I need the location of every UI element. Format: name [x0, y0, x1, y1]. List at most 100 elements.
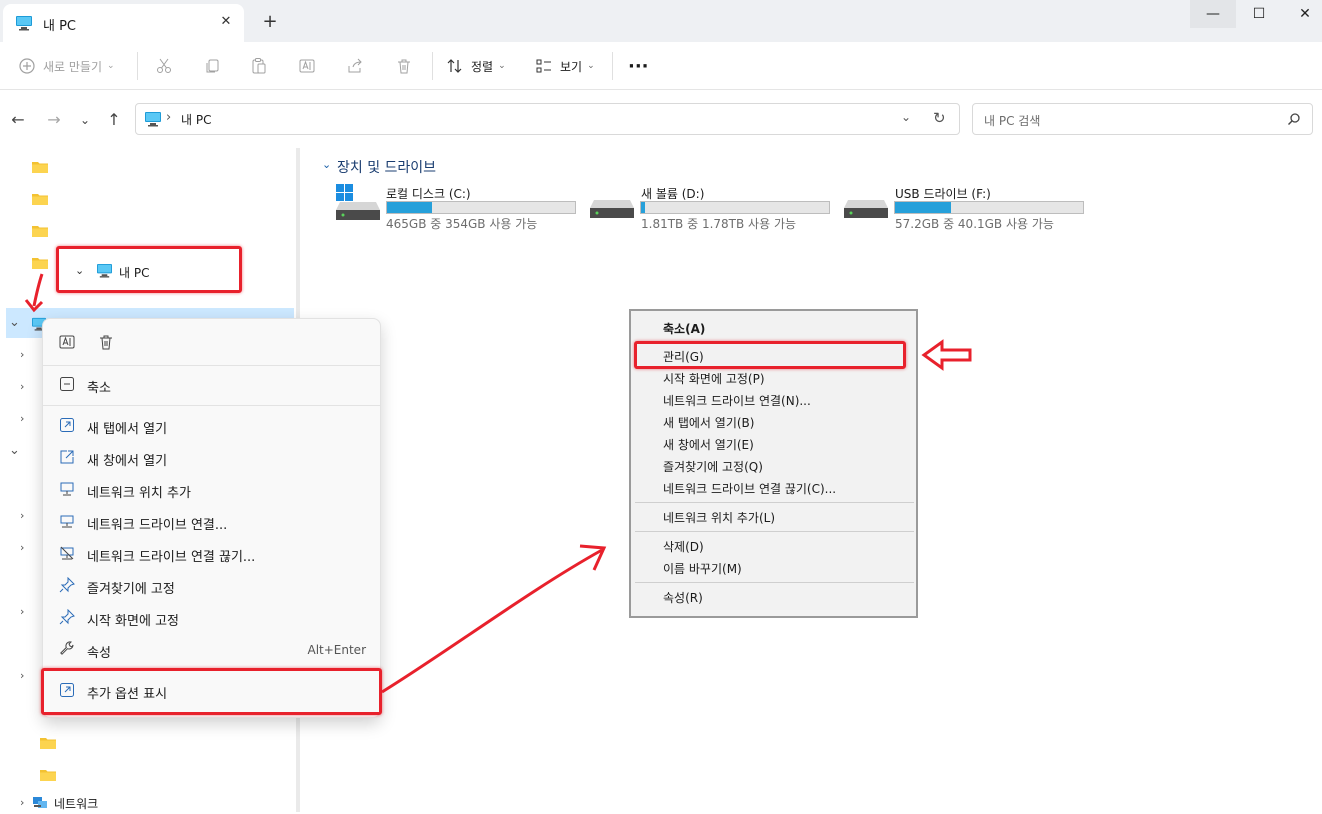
annotation-arrow — [381, 544, 607, 694]
folder-icon[interactable] — [32, 254, 48, 269]
copy-button[interactable] — [203, 54, 221, 78]
up-button[interactable]: ↑ — [103, 110, 125, 130]
menu-item-label: 시작 화면에 고정 — [87, 614, 179, 629]
collapse-chevron-icon[interactable]: › — [20, 669, 24, 682]
tab-this-pc[interactable]: 내 PC ✕ — [3, 4, 244, 42]
address-bar[interactable]: › 내 PC ⌄ ↻ — [135, 103, 960, 135]
tab-close-button[interactable]: ✕ — [216, 12, 236, 32]
forward-button[interactable]: → — [43, 110, 65, 130]
rename-icon — [298, 57, 316, 75]
menu-item-map-network-drive[interactable]: 네트워크 드라이브 연결... — [47, 507, 378, 537]
menu-item-collapse[interactable]: 축소 — [47, 370, 378, 400]
classic-item-map-drive[interactable]: 네트워크 드라이브 연결(N)... — [663, 392, 811, 409]
drive-c-name: 로컬 디스크 (C:) — [386, 187, 471, 201]
sort-button[interactable]: 정렬 ⌄ — [446, 54, 506, 78]
classic-item-collapse[interactable]: 축소(A) — [663, 320, 705, 337]
folder-icon[interactable] — [32, 190, 48, 205]
menu-item-disconnect-network-drive[interactable]: 네트워크 드라이브 연결 끊기... — [47, 539, 378, 569]
minimize-button[interactable]: — — [1190, 0, 1236, 28]
wrench-icon — [59, 641, 77, 659]
tab-strip: 내 PC ✕ + — ☐ ✕ — [0, 0, 1322, 42]
drive-d-usage-fill — [641, 202, 645, 213]
classic-item-properties[interactable]: 속성(R) — [663, 589, 703, 606]
usb-drive-icon[interactable] — [844, 200, 888, 222]
plus-circle-icon — [18, 57, 36, 75]
classic-item-disconnect-drive[interactable]: 네트워크 드라이브 연결 끊기(C)... — [663, 480, 836, 497]
view-button[interactable]: 보기 ⌄ — [535, 54, 595, 78]
collapse-chevron-icon[interactable]: › — [20, 605, 24, 618]
maximize-button[interactable]: ☐ — [1236, 0, 1282, 28]
drive-c[interactable] — [334, 184, 382, 222]
share-button[interactable] — [346, 54, 364, 78]
address-history-dropdown[interactable]: ⌄ — [901, 110, 911, 124]
toolbar-divider — [432, 52, 433, 80]
menu-item-label: 즐겨찾기에 고정 — [87, 582, 175, 597]
drive-d-usage-bar — [640, 201, 830, 214]
classic-item-pin-start[interactable]: 시작 화면에 고정(P) — [663, 370, 765, 387]
annotation-highlight-box — [634, 341, 906, 369]
menu-item-pin-favorites[interactable]: 즐겨찾기에 고정 — [47, 571, 378, 601]
rename-icon[interactable] — [58, 333, 76, 355]
menu-item-open-new-window[interactable]: 새 창에서 열기 — [47, 443, 378, 473]
nav-item-network[interactable]: 네트워크 — [54, 795, 98, 812]
drive-f-usage-bar — [894, 201, 1084, 214]
collapse-chevron-icon[interactable]: › — [20, 348, 24, 361]
menu-item-properties[interactable]: 속성 Alt+Enter — [47, 635, 378, 665]
close-window-button[interactable]: ✕ — [1282, 0, 1322, 28]
breadcrumb[interactable]: 내 PC — [181, 111, 211, 128]
new-button[interactable]: 새로 만들기 ⌄ — [18, 54, 115, 78]
monitor-icon — [15, 15, 33, 35]
menu-item-pin-start[interactable]: 시작 화면에 고정 — [47, 603, 378, 633]
paste-button[interactable] — [250, 54, 268, 78]
sort-label: 정렬 — [471, 59, 494, 74]
menu-divider — [43, 405, 380, 406]
folder-icon[interactable] — [40, 766, 56, 781]
drive-c-free: 465GB 중 354GB 사용 가능 — [386, 217, 538, 231]
chevron-down-icon: ⌄ — [498, 61, 506, 71]
collapse-chevron-icon[interactable]: › — [20, 541, 24, 554]
classic-item-rename[interactable]: 이름 바꾸기(M) — [663, 560, 742, 577]
new-tab-button[interactable]: + — [259, 11, 281, 33]
folder-icon[interactable] — [32, 222, 48, 237]
menu-item-add-network-location[interactable]: 네트워크 위치 추가 — [47, 475, 378, 505]
toolbar-divider — [612, 52, 613, 80]
monitor-icon — [96, 263, 113, 282]
trash-icon[interactable] — [97, 333, 115, 355]
search-input[interactable]: 내 PC 검색 — [972, 103, 1313, 135]
sort-icon — [446, 57, 464, 75]
context-menu: 축소 새 탭에서 열기 새 창에서 열기 네트워크 위치 추가 네트워크 드라이… — [42, 318, 381, 718]
section-chevron-icon[interactable]: ⌄ — [322, 158, 331, 171]
drive-d-free: 1.81TB 중 1.78TB 사용 가능 — [641, 217, 797, 231]
nav-item-this-pc[interactable]: 내 PC — [119, 264, 149, 281]
hard-drive-icon[interactable] — [590, 200, 634, 222]
cut-button[interactable] — [155, 54, 173, 78]
classic-item-open-new-window[interactable]: 새 창에서 열기(E) — [663, 436, 754, 453]
menu-item-label: 네트워크 드라이브 연결 끊기... — [87, 550, 256, 565]
drive-d-name: 새 볼륨 (D:) — [641, 187, 705, 201]
collapse-chevron-icon[interactable]: › — [20, 412, 24, 425]
rename-button[interactable] — [298, 54, 316, 78]
more-options-button[interactable]: ··· — [628, 54, 649, 78]
folder-icon[interactable] — [40, 734, 56, 749]
menu-item-open-new-tab[interactable]: 새 탭에서 열기 — [47, 411, 378, 441]
expand-chevron-icon[interactable]: ⌄ — [9, 443, 20, 458]
delete-button[interactable] — [395, 54, 413, 78]
menu-item-label: 네트워크 위치 추가 — [87, 486, 191, 501]
scissors-icon — [155, 57, 173, 75]
collapse-chevron-icon[interactable]: › — [20, 509, 24, 522]
classic-item-delete[interactable]: 삭제(D) — [663, 538, 704, 555]
refresh-icon[interactable]: ↻ — [933, 109, 946, 127]
classic-item-open-new-tab[interactable]: 새 탭에서 열기(B) — [663, 414, 754, 431]
collapse-chevron-icon[interactable]: › — [20, 380, 24, 393]
folder-icon[interactable] — [32, 158, 48, 173]
back-button[interactable]: ← — [7, 110, 29, 130]
classic-item-add-network-location[interactable]: 네트워크 위치 추가(L) — [663, 509, 775, 526]
clipboard-icon — [250, 57, 268, 75]
recent-locations-button[interactable]: ⌄ — [74, 110, 96, 130]
toolbar-divider — [137, 52, 138, 80]
collapse-chevron-icon[interactable]: › — [20, 796, 24, 809]
new-button-label: 새로 만들기 — [43, 59, 103, 74]
classic-item-pin-favorites[interactable]: 즐겨찾기에 고정(Q) — [663, 458, 763, 475]
share-icon — [346, 57, 364, 75]
expand-chevron-icon[interactable]: ⌄ — [9, 315, 20, 330]
